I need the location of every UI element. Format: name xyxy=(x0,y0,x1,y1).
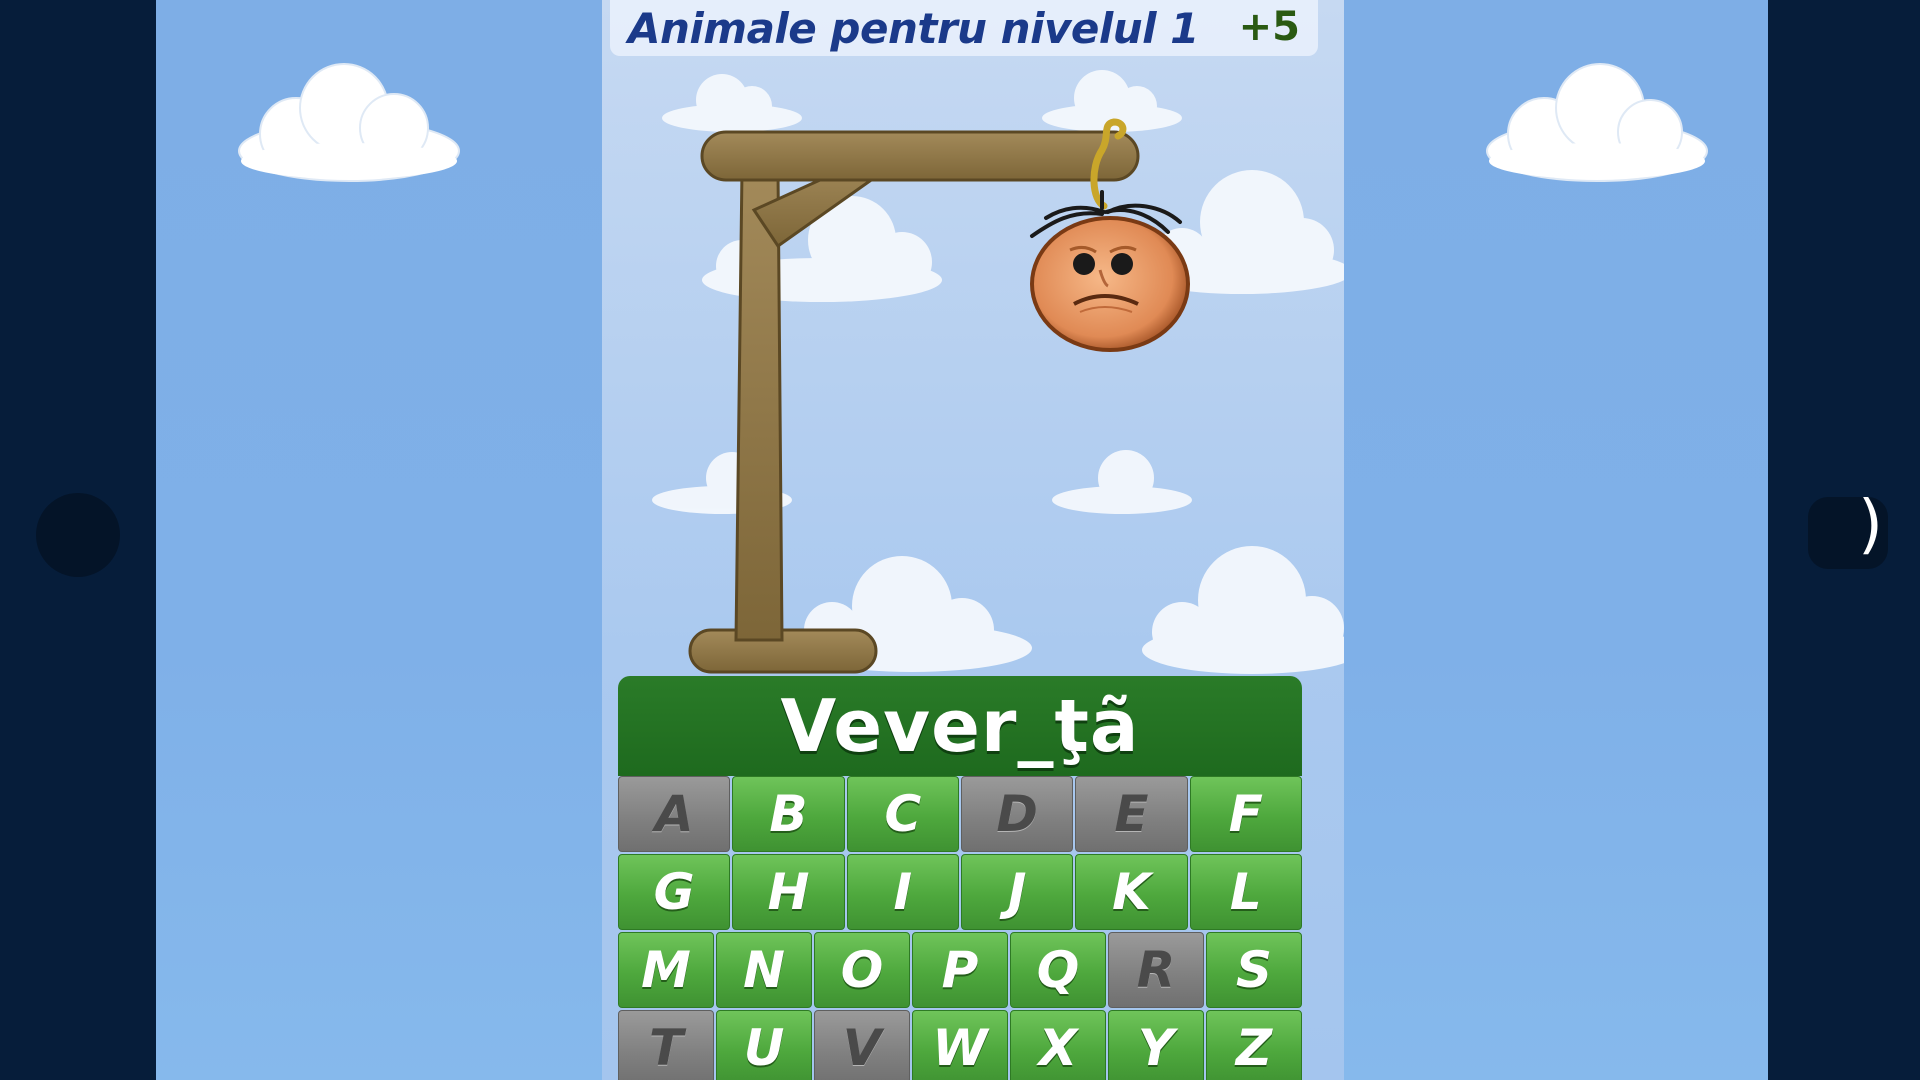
game-board: Animale pentru nivelul 1 +5 Vever_ţã ABC… xyxy=(602,0,1344,1080)
key-k[interactable]: K xyxy=(1075,854,1188,930)
key-n[interactable]: N xyxy=(716,932,812,1008)
keyboard-row: ABCDEF xyxy=(618,776,1302,852)
key-b[interactable]: B xyxy=(732,776,845,852)
key-v: V xyxy=(814,1010,910,1080)
key-j[interactable]: J xyxy=(960,854,1074,930)
key-p[interactable]: P xyxy=(912,932,1008,1008)
cloud-right xyxy=(1486,63,1708,182)
key-q[interactable]: Q xyxy=(1010,932,1106,1008)
level-title: Animale pentru nivelul 1 xyxy=(628,4,1199,53)
key-m[interactable]: M xyxy=(618,932,714,1008)
key-o[interactable]: O xyxy=(814,932,910,1008)
key-r: R xyxy=(1108,932,1204,1008)
key-a: A xyxy=(618,776,731,852)
key-x[interactable]: X xyxy=(1010,1010,1106,1080)
nav-right-icon: ) xyxy=(1858,488,1883,562)
key-u[interactable]: U xyxy=(716,1010,812,1080)
gallows xyxy=(688,118,1190,674)
key-g[interactable]: G xyxy=(618,854,731,930)
key-f[interactable]: F xyxy=(1189,776,1302,852)
keyboard-row: MNOPQRS xyxy=(618,932,1302,1008)
keyboard-row: TUVWXYZ xyxy=(618,1010,1302,1080)
hidden-word: Vever_ţã xyxy=(780,684,1140,768)
cloud-left xyxy=(238,63,460,182)
key-l[interactable]: L xyxy=(1189,854,1302,930)
word-display: Vever_ţã xyxy=(618,676,1302,776)
key-c[interactable]: C xyxy=(846,776,959,852)
key-i[interactable]: I xyxy=(846,854,959,930)
key-y[interactable]: Y xyxy=(1108,1010,1204,1080)
key-w[interactable]: W xyxy=(912,1010,1008,1080)
key-t: T xyxy=(618,1010,714,1080)
key-d: D xyxy=(960,776,1074,852)
nav-left-button[interactable] xyxy=(36,493,120,577)
game-screen: Animale pentru nivelul 1 +5 Vever_ţã ABC… xyxy=(156,0,1768,1080)
key-e: E xyxy=(1075,776,1188,852)
keyboard-row: GHIJKL xyxy=(618,854,1302,930)
guess-panel: Vever_ţã ABCDEFGHIJKLMNOPQRSTUVWXYZ xyxy=(618,676,1302,1080)
key-z[interactable]: Z xyxy=(1206,1010,1302,1080)
key-h[interactable]: H xyxy=(732,854,845,930)
key-s[interactable]: S xyxy=(1206,932,1302,1008)
level-title-bar: Animale pentru nivelul 1 +5 xyxy=(610,0,1318,56)
score-counter: +5 xyxy=(1238,4,1300,50)
